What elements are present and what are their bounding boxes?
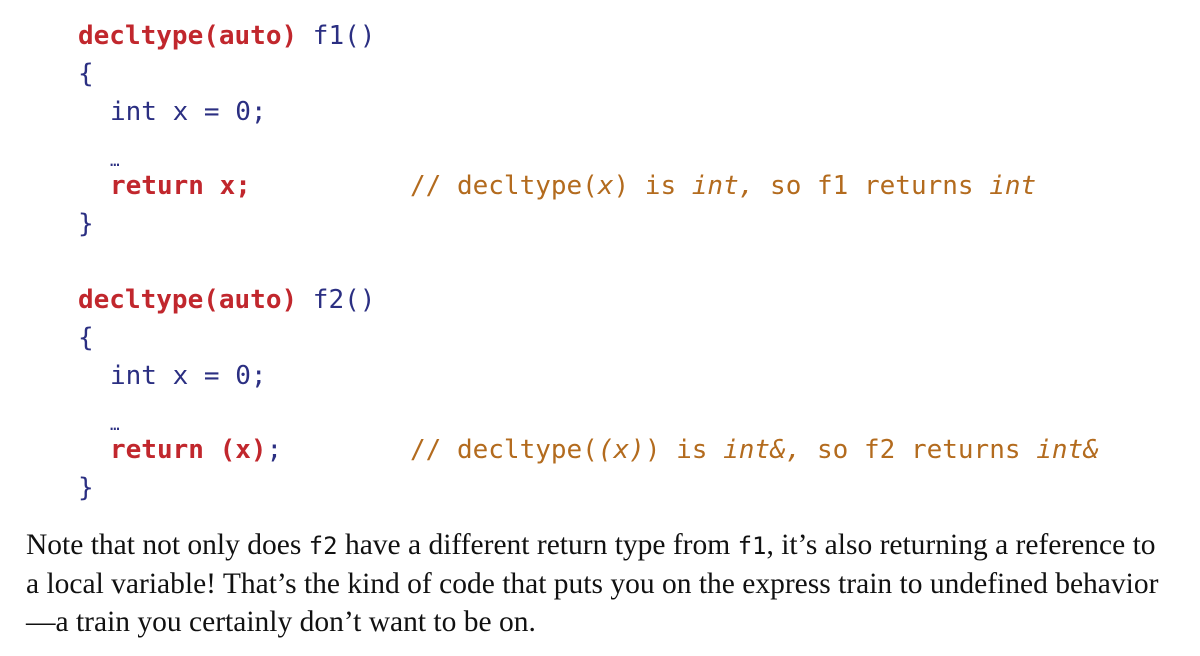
return-keyword: return xyxy=(110,435,204,465)
return-statement: return x; xyxy=(110,171,251,201)
open-brace: { xyxy=(78,323,94,353)
return-expression: (x) xyxy=(203,435,267,465)
close-brace: } xyxy=(78,473,94,503)
semicolon: ; xyxy=(266,435,283,465)
f2-declaration: decltype(auto) f2() xyxy=(78,282,375,319)
decl-keyword: decltype(auto) xyxy=(78,21,298,51)
open-brace: { xyxy=(78,59,94,89)
f1-declaration: decltype(auto) f1() xyxy=(78,18,375,55)
f2-return-line: return (x); // decltype((x)) is int&, so … xyxy=(110,432,1099,469)
code-listing: decltype(auto) f1() { int x = 0; … retur… xyxy=(78,0,1099,592)
decl-keyword: decltype(auto) xyxy=(78,285,298,315)
inline-code: f1 xyxy=(737,532,767,560)
function-name: f2() xyxy=(297,285,376,315)
close-brace: } xyxy=(78,209,94,239)
f1-return-line: return x; // decltype(x) is int, so f1 re… xyxy=(110,168,1036,205)
body-paragraph: Note that not only does f2 have a differ… xyxy=(26,529,1159,638)
code-comment: // decltype(x) is int, so f1 returns int xyxy=(410,171,1037,201)
inline-code: f2 xyxy=(308,532,338,560)
variable-declaration: int x = 0; xyxy=(110,97,267,127)
variable-declaration: int x = 0; xyxy=(110,361,267,391)
code-comment: // decltype((x)) is int&, so f2 returns … xyxy=(410,435,1099,465)
function-name: f1() xyxy=(297,21,376,51)
